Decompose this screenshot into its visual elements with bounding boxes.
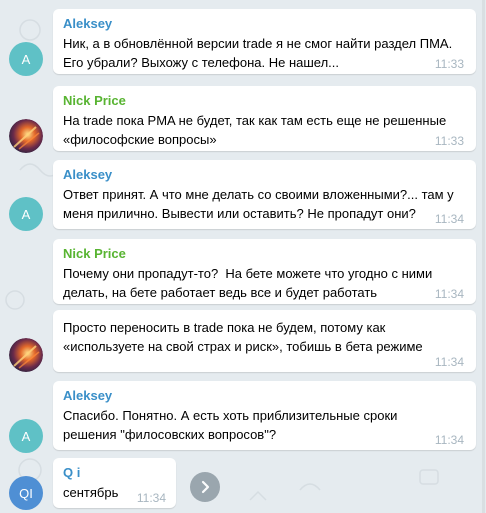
message-time: 11:34 — [434, 433, 464, 447]
message-bubble[interactable]: Nick Price На trade пока PMA не будет, т… — [53, 86, 476, 151]
avatar-initials: QI — [19, 485, 33, 501]
message-text: Ник, а в обновлённой версии trade я не с… — [63, 36, 453, 70]
message-time: 11:34 — [434, 287, 464, 301]
message-text: Спасибо. Понятно. А есть хоть приблизите… — [63, 408, 398, 442]
message-text: На trade пока PMA не будет, так как там … — [63, 113, 447, 147]
avatar-initials: A — [21, 206, 31, 222]
message-time: 11:34 — [434, 212, 464, 226]
avatar-aleksey[interactable]: A — [9, 42, 43, 76]
message-bubble[interactable]: Aleksey Ответ принят. А что мне делать с… — [53, 160, 476, 229]
message-bubble[interactable]: Aleksey Спасибо. Понятно. А есть хоть пр… — [53, 381, 476, 450]
message-bubble[interactable]: Aleksey Ник, а в обновлённой версии trad… — [53, 9, 476, 74]
message-sender[interactable]: Nick Price — [63, 246, 466, 262]
nick-price-avatar-image[interactable] — [9, 338, 43, 372]
avatar-initials: A — [21, 51, 31, 67]
message-sender[interactable]: Aleksey — [63, 388, 466, 404]
avatar-initials: A — [21, 428, 31, 444]
message-time: 11:33 — [434, 134, 464, 148]
avatar-aleksey[interactable]: A — [9, 419, 43, 453]
message-time: 11:34 — [136, 491, 166, 505]
scroll-down-button[interactable] — [190, 472, 220, 502]
message-text: Почему они пропадут-то? На бете можете ч… — [63, 266, 433, 300]
message-time: 11:34 — [434, 355, 464, 369]
message-time: 11:33 — [434, 57, 464, 71]
message-bubble[interactable]: Nick Price Почему они пропадут-то? На бе… — [53, 239, 476, 304]
message-bubble[interactable]: Q i сентябрь 11:34 — [53, 458, 176, 508]
avatar-aleksey[interactable]: A — [9, 197, 43, 231]
message-sender[interactable]: Aleksey — [63, 167, 466, 183]
chat-scrollbar[interactable] — [482, 0, 485, 513]
nick-price-avatar-icon — [9, 338, 43, 372]
message-text: Ответ принят. А что мне делать со своими… — [63, 187, 454, 221]
nick-price-avatar-icon — [9, 119, 43, 153]
avatar-qi[interactable]: QI — [9, 476, 43, 510]
nick-price-avatar-image[interactable] — [9, 119, 43, 153]
message-sender[interactable]: Nick Price — [63, 93, 466, 109]
message-bubble[interactable]: Просто переносить в trade пока не будем,… — [53, 310, 476, 372]
message-sender[interactable]: Aleksey — [63, 16, 466, 32]
chevron-right-icon — [201, 480, 210, 494]
message-sender[interactable]: Q i — [63, 465, 166, 481]
message-text: Просто переносить в trade пока не будем,… — [63, 320, 423, 354]
